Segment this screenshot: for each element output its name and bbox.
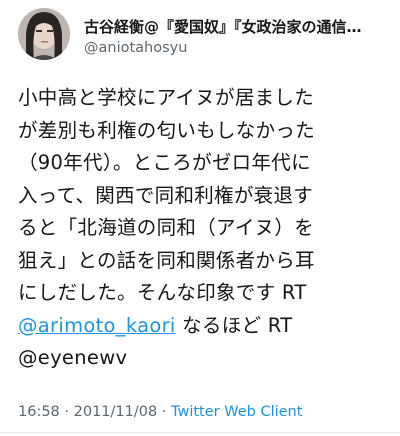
tweet-line: 小中高と学校にアイヌが居ました: [18, 86, 315, 109]
tweet-time[interactable]: 16:58: [18, 404, 60, 420]
avatar-photo-icon: [18, 8, 70, 60]
tweet-line: （90年代）。ところがゼロ年代に: [18, 151, 311, 174]
tweet-line: にしだした。そんな印象です RT: [18, 281, 307, 304]
tweet-line-rest: なるほど RT: [175, 313, 293, 337]
tweet-line: ると「北海道の同和（アイヌ）を: [18, 216, 315, 239]
meta-separator: ·: [59, 404, 74, 420]
tweet-header: 古谷経衡@『愛国奴』『女政治家の通信… @aniotahosyu: [18, 8, 390, 64]
tweet-text: 小中高と学校にアイヌが居ました が差別も利権の匂いもしなかった （90年代）。と…: [18, 82, 390, 375]
tweet-meta: 16:58 · 2011/11/08 · Twitter Web Client: [18, 404, 390, 420]
tweet-line: @eyenewv: [18, 346, 128, 369]
tweet-line: 入って、関西で同和利権が衰退す: [18, 183, 314, 207]
tweet-line: が差別も利権の匂いもしなかった: [18, 118, 316, 142]
tweet-line-mention: @arimoto_kaori なるほど RT: [18, 310, 390, 343]
tweet-date[interactable]: 2011/11/08: [74, 404, 158, 420]
avatar[interactable]: [18, 8, 70, 60]
mention-link[interactable]: @arimoto_kaori: [18, 314, 176, 337]
meta-separator: ·: [157, 404, 172, 420]
tweet-source-link[interactable]: Twitter Web Client: [171, 404, 302, 420]
tweet-line: 狙え」との話を同和関係者から耳: [18, 248, 315, 272]
display-name[interactable]: 古谷経衡@『愛国奴』『女政治家の通信…: [84, 16, 384, 37]
user-handle[interactable]: @aniotahosyu: [84, 40, 187, 56]
divider: [0, 432, 400, 433]
